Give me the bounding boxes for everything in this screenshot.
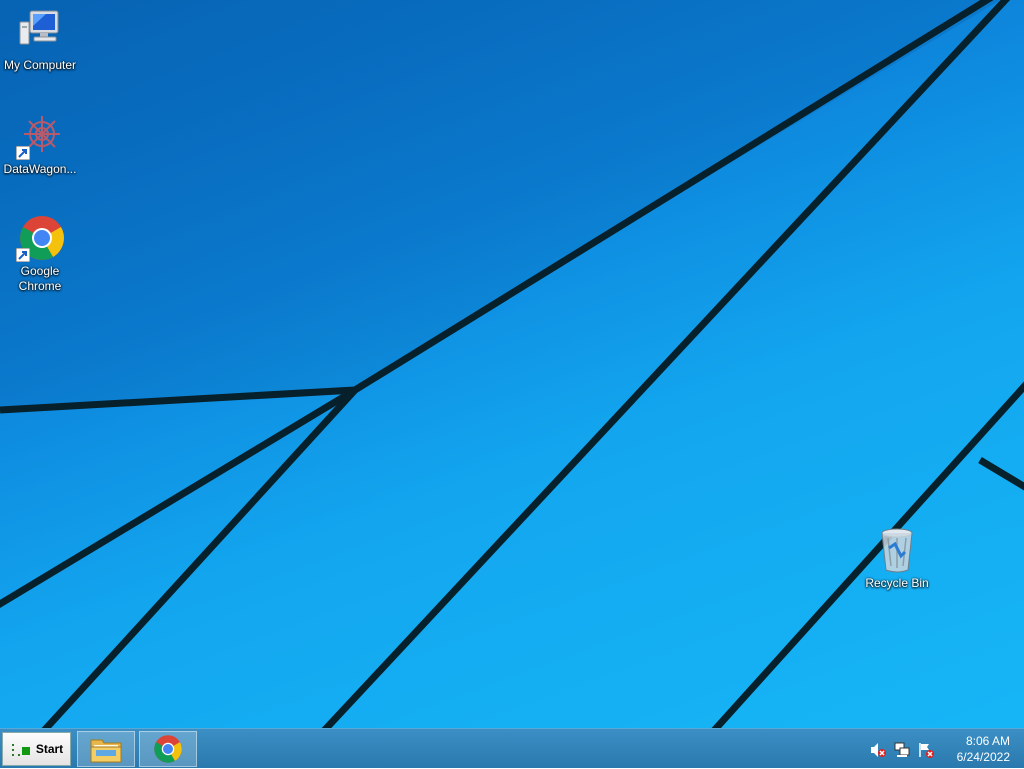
taskbar-chrome-button[interactable] [139, 731, 197, 767]
start-icon [10, 739, 36, 759]
wallpaper [0, 0, 1024, 728]
desktop[interactable]: My Computer DataWagon... Google Chrome R… [0, 0, 1024, 728]
start-button[interactable]: Start [2, 732, 71, 766]
taskbar: Start 8:06 AM 6/24/2022 [0, 728, 1024, 768]
chrome-icon [154, 735, 182, 763]
shortcut-arrow-icon [16, 248, 30, 262]
desktop-icon-label: DataWagon... [3, 162, 77, 176]
system-tray: 8:06 AM 6/24/2022 [864, 729, 1024, 769]
action-center-flag-icon[interactable] [918, 742, 934, 758]
desktop-icon-label: Google Chrome [18, 264, 62, 293]
taskbar-file-explorer-button[interactable] [77, 731, 135, 767]
chrome-icon [16, 214, 64, 262]
clock[interactable]: 8:06 AM 6/24/2022 [957, 733, 1010, 765]
folder-icon [90, 739, 122, 763]
desktop-icon-recycle-bin[interactable]: Recycle Bin [857, 526, 937, 591]
clock-date: 6/24/2022 [956, 750, 1010, 764]
shortcut-arrow-icon [16, 146, 30, 160]
network-icon[interactable] [894, 742, 910, 758]
recycle-bin-icon [873, 526, 921, 574]
start-label: Start [35, 742, 64, 756]
desktop-icon-label: Recycle Bin [865, 576, 929, 590]
desktop-icon-datawagon[interactable]: DataWagon... [0, 112, 80, 177]
speaker-muted-icon[interactable] [870, 742, 886, 758]
desktop-icon-google-chrome[interactable]: Google Chrome [0, 214, 80, 294]
desktop-icon-my-computer[interactable]: My Computer [0, 8, 80, 73]
datawagon-icon [16, 112, 64, 160]
clock-time: 8:06 AM [965, 734, 1010, 748]
computer-icon [16, 8, 64, 56]
desktop-icon-label: My Computer [3, 58, 77, 72]
